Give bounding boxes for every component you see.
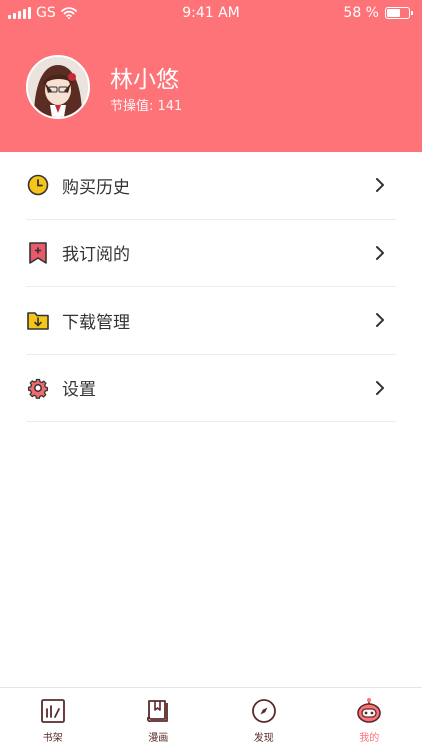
robot-icon xyxy=(357,698,382,723)
menu-list: 购买历史 我订阅的 下载管理 设置 xyxy=(0,152,422,422)
download-folder-icon xyxy=(26,308,50,332)
menu-item-label: 下载管理 xyxy=(62,312,130,333)
clock-icon xyxy=(26,173,50,197)
tab-comics[interactable]: 漫画 xyxy=(106,688,212,750)
tab-bar: 书架 漫画 发现 我的 xyxy=(0,687,422,750)
avatar-image xyxy=(28,57,88,117)
tab-label: 漫画 xyxy=(148,733,169,744)
status-bar: GS 9:41 AM 58 % xyxy=(0,0,422,26)
tab-label: 我的 xyxy=(359,733,380,744)
tab-mine[interactable]: 我的 xyxy=(317,688,422,750)
points-label: 节操值: 141 xyxy=(110,99,183,114)
tab-bookshelf[interactable]: 书架 xyxy=(0,688,106,750)
gear-icon xyxy=(26,376,50,400)
menu-item-settings[interactable]: 设置 xyxy=(26,355,396,422)
menu-item-label: 设置 xyxy=(62,380,96,401)
tab-label: 发现 xyxy=(253,733,274,744)
bookshelf-icon xyxy=(40,699,65,723)
chevron-right-icon xyxy=(376,313,384,328)
chevron-right-icon xyxy=(376,178,384,193)
battery-percent: 58 % xyxy=(343,5,379,21)
chevron-right-icon xyxy=(376,380,384,395)
tab-label: 书架 xyxy=(42,733,63,744)
bookmark-icon xyxy=(26,241,50,265)
menu-item-purchase-history[interactable]: 购买历史 xyxy=(26,152,396,220)
book-icon xyxy=(147,700,169,723)
menu-item-label: 购买历史 xyxy=(62,177,130,198)
battery-icon xyxy=(385,7,413,19)
chevron-right-icon xyxy=(376,245,384,260)
avatar[interactable] xyxy=(26,55,90,119)
profile-header: GS 9:41 AM 58 % 林小悠 节操值: 141 xyxy=(0,0,422,152)
menu-item-downloads[interactable]: 下载管理 xyxy=(26,287,396,355)
menu-item-label: 我订阅的 xyxy=(62,245,130,266)
tab-discover[interactable]: 发现 xyxy=(211,688,317,750)
username: 林小悠 xyxy=(110,67,179,93)
menu-item-subscriptions[interactable]: 我订阅的 xyxy=(26,220,396,287)
compass-icon xyxy=(251,699,276,723)
